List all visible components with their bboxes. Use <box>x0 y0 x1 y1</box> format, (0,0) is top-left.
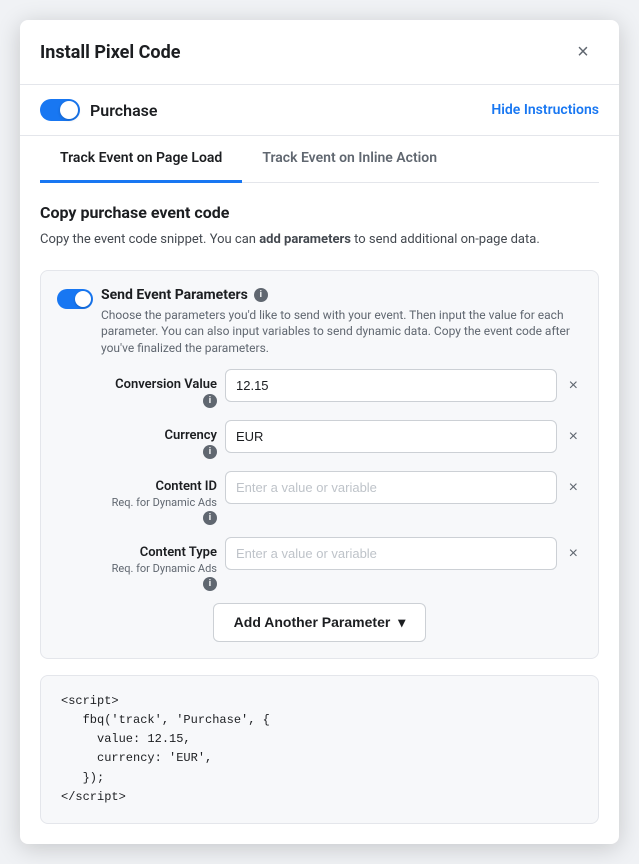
modal-title: Install Pixel Code <box>40 42 180 63</box>
code-block: <script> fbq('track', 'Purchase', { valu… <box>40 675 599 824</box>
param-row-currency: Currency i × <box>57 420 582 459</box>
params-info-icon[interactable]: i <box>254 288 268 302</box>
add-parameter-button[interactable]: Add Another Parameter ▾ <box>213 603 427 642</box>
desc-plain: Copy the event code snippet. You can <box>40 232 259 247</box>
modal: Install Pixel Code × Purchase Hide Instr… <box>20 20 619 844</box>
param-label-3: Content Type <box>57 545 217 560</box>
param-label-0: Conversion Value <box>57 377 217 392</box>
remove-content-type-button[interactable]: × <box>565 537 582 571</box>
param-input-col-1 <box>225 420 557 453</box>
params-title-group: Send Event Parameters i Choose the param… <box>101 287 582 357</box>
param-input-col-0 <box>225 369 557 402</box>
code-content: <script> fbq('track', 'Purchase', { valu… <box>61 692 578 807</box>
params-title: Send Event Parameters i <box>101 287 582 303</box>
param-label-col-3: Content Type Req. for Dynamic Ads i <box>57 537 217 591</box>
currency-input[interactable] <box>225 420 557 453</box>
param-input-col-3 <box>225 537 557 570</box>
content-type-input[interactable] <box>225 537 557 570</box>
content-id-input[interactable] <box>225 471 557 504</box>
param-sublabel-3-info: i <box>57 577 217 591</box>
params-toggle[interactable] <box>57 289 93 309</box>
param-label-1: Currency <box>57 428 217 443</box>
currency-info-icon[interactable]: i <box>203 445 217 459</box>
tabs-container: Track Event on Page Load Track Event on … <box>40 136 599 183</box>
modal-header: Install Pixel Code × <box>20 20 619 85</box>
toggle-label-group: Purchase <box>40 99 158 121</box>
param-label-col-1: Currency i <box>57 420 217 459</box>
content-type-info-icon[interactable]: i <box>203 577 217 591</box>
param-sublabel-3: Req. for Dynamic Ads <box>57 562 217 575</box>
content-area: Track Event on Page Load Track Event on … <box>20 136 619 844</box>
params-section: Send Event Parameters i Choose the param… <box>40 270 599 659</box>
purchase-label: Purchase <box>90 101 158 120</box>
desc-bold: add parameters <box>259 232 351 247</box>
section-title: Copy purchase event code <box>40 203 599 222</box>
add-parameter-label: Add Another Parameter <box>234 614 391 630</box>
param-sublabel-0: i <box>57 394 217 408</box>
param-row-content-id: Content ID Req. for Dynamic Ads i × <box>57 471 582 525</box>
param-label-2: Content ID <box>57 479 217 494</box>
remove-currency-button[interactable]: × <box>565 420 582 454</box>
params-header: Send Event Parameters i Choose the param… <box>57 287 582 357</box>
param-label-col-2: Content ID Req. for Dynamic Ads i <box>57 471 217 525</box>
param-sublabel-2: Req. for Dynamic Ads <box>57 496 217 509</box>
param-sublabel-2-info: i <box>57 511 217 525</box>
param-row-conversion-value: Conversion Value i × <box>57 369 582 408</box>
remove-conversion-value-button[interactable]: × <box>565 369 582 403</box>
toggle-row: Purchase Hide Instructions <box>20 85 619 136</box>
conversion-value-info-icon[interactable]: i <box>203 394 217 408</box>
remove-content-id-button[interactable]: × <box>565 471 582 505</box>
param-input-col-2 <box>225 471 557 504</box>
section-desc: Copy the event code snippet. You can add… <box>40 230 599 250</box>
param-label-col-0: Conversion Value i <box>57 369 217 408</box>
desc-end: to send additional on-page data. <box>351 232 540 247</box>
param-row-content-type: Content Type Req. for Dynamic Ads i × <box>57 537 582 591</box>
content-id-info-icon[interactable]: i <box>203 511 217 525</box>
tab-inline-action[interactable]: Track Event on Inline Action <box>242 136 457 183</box>
close-button[interactable]: × <box>567 36 599 68</box>
hide-instructions-link[interactable]: Hide Instructions <box>491 102 599 118</box>
conversion-value-input[interactable] <box>225 369 557 402</box>
dropdown-icon: ▾ <box>398 614 405 631</box>
tab-page-load[interactable]: Track Event on Page Load <box>40 136 242 183</box>
param-sublabel-1: i <box>57 445 217 459</box>
purchase-toggle[interactable] <box>40 99 80 121</box>
params-subtitle: Choose the parameters you'd like to send… <box>101 307 582 357</box>
